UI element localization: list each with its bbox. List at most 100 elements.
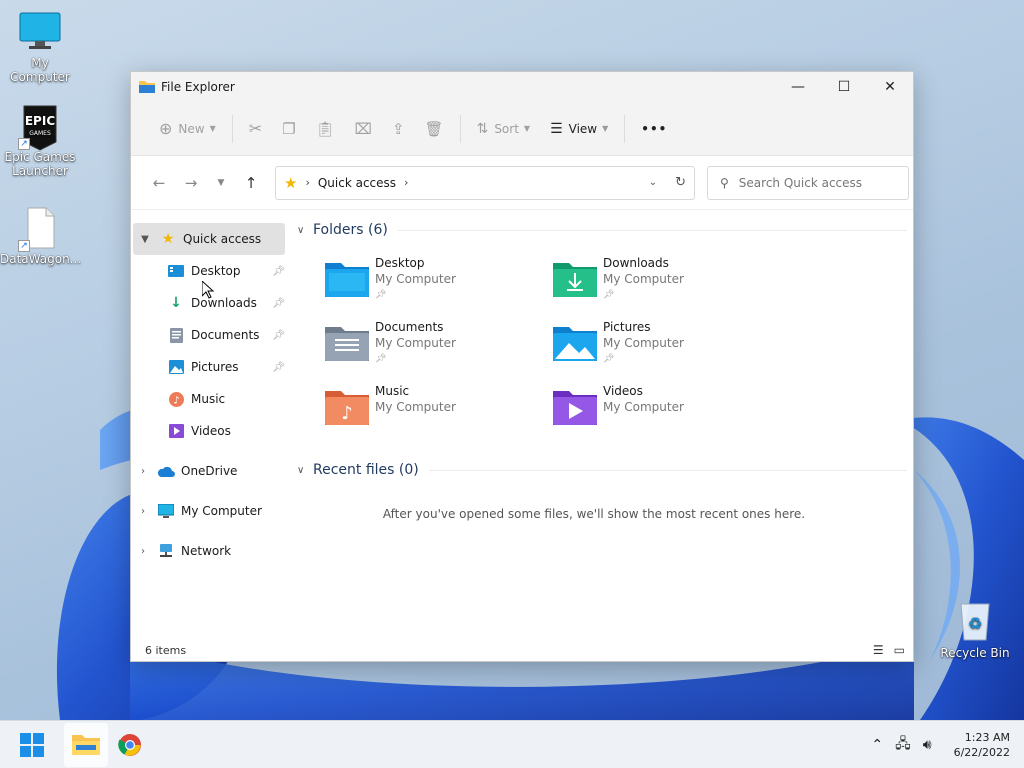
chevron-down-icon: ▼ bbox=[209, 124, 216, 133]
sidebar-item-label: OneDrive bbox=[181, 464, 238, 478]
view-button[interactable]: ☰ View ▼ bbox=[540, 113, 618, 145]
details-view-button[interactable]: ☰ bbox=[873, 643, 884, 657]
up-button[interactable]: ↑ bbox=[235, 174, 267, 192]
sidebar-item-videos[interactable]: Videos bbox=[131, 415, 289, 447]
sidebar-item-my-computer[interactable]: › My Computer bbox=[131, 495, 289, 527]
chevron-down-icon: ▼ bbox=[217, 177, 225, 188]
paste-button[interactable]: 📋︎ bbox=[306, 113, 345, 145]
show-hidden-icons-button[interactable]: ⌃ bbox=[871, 737, 883, 753]
folder-tile-music[interactable]: ♪ Music My Computer bbox=[325, 383, 553, 433]
search-icon: ⚲ bbox=[720, 175, 729, 190]
address-dropdown-button[interactable]: ⌄ bbox=[649, 177, 657, 190]
clipboard-icon: 📋︎ bbox=[315, 119, 335, 138]
pictures-icon bbox=[165, 360, 187, 374]
view-icon: ☰ bbox=[550, 120, 563, 137]
start-button[interactable] bbox=[10, 723, 54, 767]
chevron-right-icon[interactable]: › bbox=[131, 466, 155, 477]
desktop-icon-my-computer[interactable]: My Computer bbox=[0, 10, 80, 84]
sidebar-item-onedrive[interactable]: › OneDrive bbox=[131, 455, 289, 487]
clock[interactable]: 1:23 AM 6/22/2022 bbox=[954, 730, 1010, 760]
recent-locations-button[interactable]: ▼ bbox=[207, 178, 235, 188]
new-button[interactable]: ⊕ New ▼ bbox=[149, 113, 226, 145]
desktop-icon-epic-games[interactable]: EPIC GAMES ↗ Epic Games Launcher bbox=[0, 104, 80, 178]
folders-section-header[interactable]: ∨ Folders (6) bbox=[295, 217, 913, 243]
sidebar-item-quick-access[interactable]: ▼ ★ Quick access bbox=[133, 223, 285, 255]
documents-folder-icon bbox=[325, 327, 369, 361]
back-button[interactable]: ← bbox=[143, 174, 175, 192]
folder-location: My Computer bbox=[603, 272, 684, 286]
sidebar-item-label: Quick access bbox=[183, 232, 262, 246]
folder-tile-desktop[interactable]: Desktop My Computer 📌︎ bbox=[325, 255, 553, 305]
chevron-right-icon[interactable]: › bbox=[131, 546, 155, 557]
folder-tile-pictures[interactable]: Pictures My Computer 📌︎ bbox=[553, 319, 781, 369]
refresh-icon: ↻ bbox=[675, 174, 686, 190]
navigation-row: ← → ▼ ↑ ★ › Quick access › ⌄ ↻ ⚲ Search … bbox=[131, 156, 913, 210]
cut-button[interactable]: ✂ bbox=[239, 113, 272, 145]
desktop-icon bbox=[165, 265, 187, 277]
new-button-label: New bbox=[178, 121, 205, 136]
star-icon: ★ bbox=[284, 173, 298, 192]
chevron-right-icon[interactable]: › bbox=[131, 506, 155, 517]
desktop-icon-label: Recycle Bin bbox=[940, 646, 1010, 660]
svg-text:♪: ♪ bbox=[173, 395, 179, 406]
folder-icon bbox=[139, 79, 155, 96]
tiles-icon: ▭ bbox=[893, 643, 905, 657]
network-status-icon[interactable]: 🖧︎ bbox=[895, 733, 911, 757]
sidebar-item-network[interactable]: › Network bbox=[131, 535, 289, 567]
status-bar: 6 items ☰ ▭ bbox=[131, 639, 913, 661]
search-placeholder: Search Quick access bbox=[738, 175, 863, 190]
forward-button[interactable]: → bbox=[175, 174, 207, 192]
sidebar-item-documents[interactable]: Documents 📌︎ bbox=[131, 319, 289, 351]
folder-location: My Computer bbox=[375, 336, 456, 350]
pin-icon: 📌︎ bbox=[272, 361, 285, 373]
svg-text:♪: ♪ bbox=[341, 403, 353, 424]
see-more-button[interactable]: ••• bbox=[631, 113, 677, 145]
share-button[interactable]: ⇪ bbox=[382, 113, 415, 145]
address-bar[interactable]: ★ › Quick access › ⌄ ↻ bbox=[275, 165, 695, 200]
folder-name: Pictures bbox=[603, 320, 651, 334]
folder-tile-videos[interactable]: Videos My Computer bbox=[553, 383, 781, 433]
item-count: 6 items bbox=[145, 643, 187, 657]
maximize-button[interactable]: ☐ bbox=[821, 72, 867, 102]
folders-header-label: Folders (6) bbox=[313, 222, 388, 238]
close-button[interactable]: ✕ bbox=[867, 72, 913, 102]
trash-icon: 🗑︎ bbox=[424, 119, 444, 138]
file-explorer-window: File Explorer — ☐ ✕ ⊕ New ▼ ✂ ❐ 📋︎ ⌧ ⇪ 🗑… bbox=[130, 71, 914, 662]
monitor-icon bbox=[155, 504, 177, 518]
window-title: File Explorer bbox=[161, 80, 235, 94]
rename-button[interactable]: ⌧ bbox=[345, 113, 382, 145]
sort-button[interactable]: ⇅ Sort ▼ bbox=[467, 113, 541, 145]
delete-button[interactable]: 🗑︎ bbox=[415, 113, 454, 145]
copy-button[interactable]: ❐ bbox=[272, 113, 305, 145]
folder-tile-downloads[interactable]: Downloads My Computer 📌︎ bbox=[553, 255, 781, 305]
tiles-view-button[interactable]: ▭ bbox=[894, 643, 905, 657]
refresh-button[interactable]: ↻ bbox=[675, 175, 686, 190]
chevron-down-icon[interactable]: ▼ bbox=[133, 234, 157, 245]
scissors-icon: ✂ bbox=[248, 119, 263, 138]
taskbar: ⌃ 🖧︎ 🔊︎ 1:23 AM 6/22/2022 bbox=[0, 720, 1024, 768]
taskbar-chrome[interactable] bbox=[108, 723, 152, 767]
sidebar-item-music[interactable]: ♪ Music bbox=[131, 383, 289, 415]
svg-text:EPIC: EPIC bbox=[25, 114, 55, 128]
search-input[interactable]: ⚲ Search Quick access bbox=[707, 165, 909, 200]
breadcrumb-quick-access[interactable]: Quick access bbox=[318, 176, 396, 190]
desktop-icon-recycle-bin[interactable]: ♻ Recycle Bin bbox=[935, 600, 1015, 660]
chevron-right-icon[interactable]: › bbox=[404, 176, 408, 189]
videos-folder-icon bbox=[553, 391, 597, 425]
sidebar-item-pictures[interactable]: Pictures 📌︎ bbox=[131, 351, 289, 383]
pin-icon: 📌︎ bbox=[272, 297, 285, 309]
minimize-button[interactable]: — bbox=[775, 72, 821, 102]
folder-tile-documents[interactable]: Documents My Computer 📌︎ bbox=[325, 319, 553, 369]
taskbar-file-explorer[interactable] bbox=[64, 722, 108, 767]
desktop-icon-datawagon[interactable]: ↗ DataWagon... bbox=[0, 206, 81, 266]
chevron-up-icon: ⌃ bbox=[871, 737, 884, 753]
volume-icon[interactable]: 🔊︎ bbox=[923, 737, 932, 753]
recent-files-section-header[interactable]: ∨ Recent files (0) bbox=[295, 457, 913, 483]
folder-location: My Computer bbox=[375, 272, 456, 286]
sidebar-item-label: Videos bbox=[191, 424, 231, 438]
pin-icon: 📌︎ bbox=[272, 329, 285, 341]
navigation-pane: ▼ ★ Quick access Desktop 📌︎ ↓ Downloads … bbox=[131, 211, 289, 639]
title-bar[interactable]: File Explorer — ☐ ✕ bbox=[131, 72, 913, 102]
command-bar: ⊕ New ▼ ✂ ❐ 📋︎ ⌧ ⇪ 🗑︎ ⇅ Sort ▼ ☰ View ▼ … bbox=[131, 102, 913, 156]
